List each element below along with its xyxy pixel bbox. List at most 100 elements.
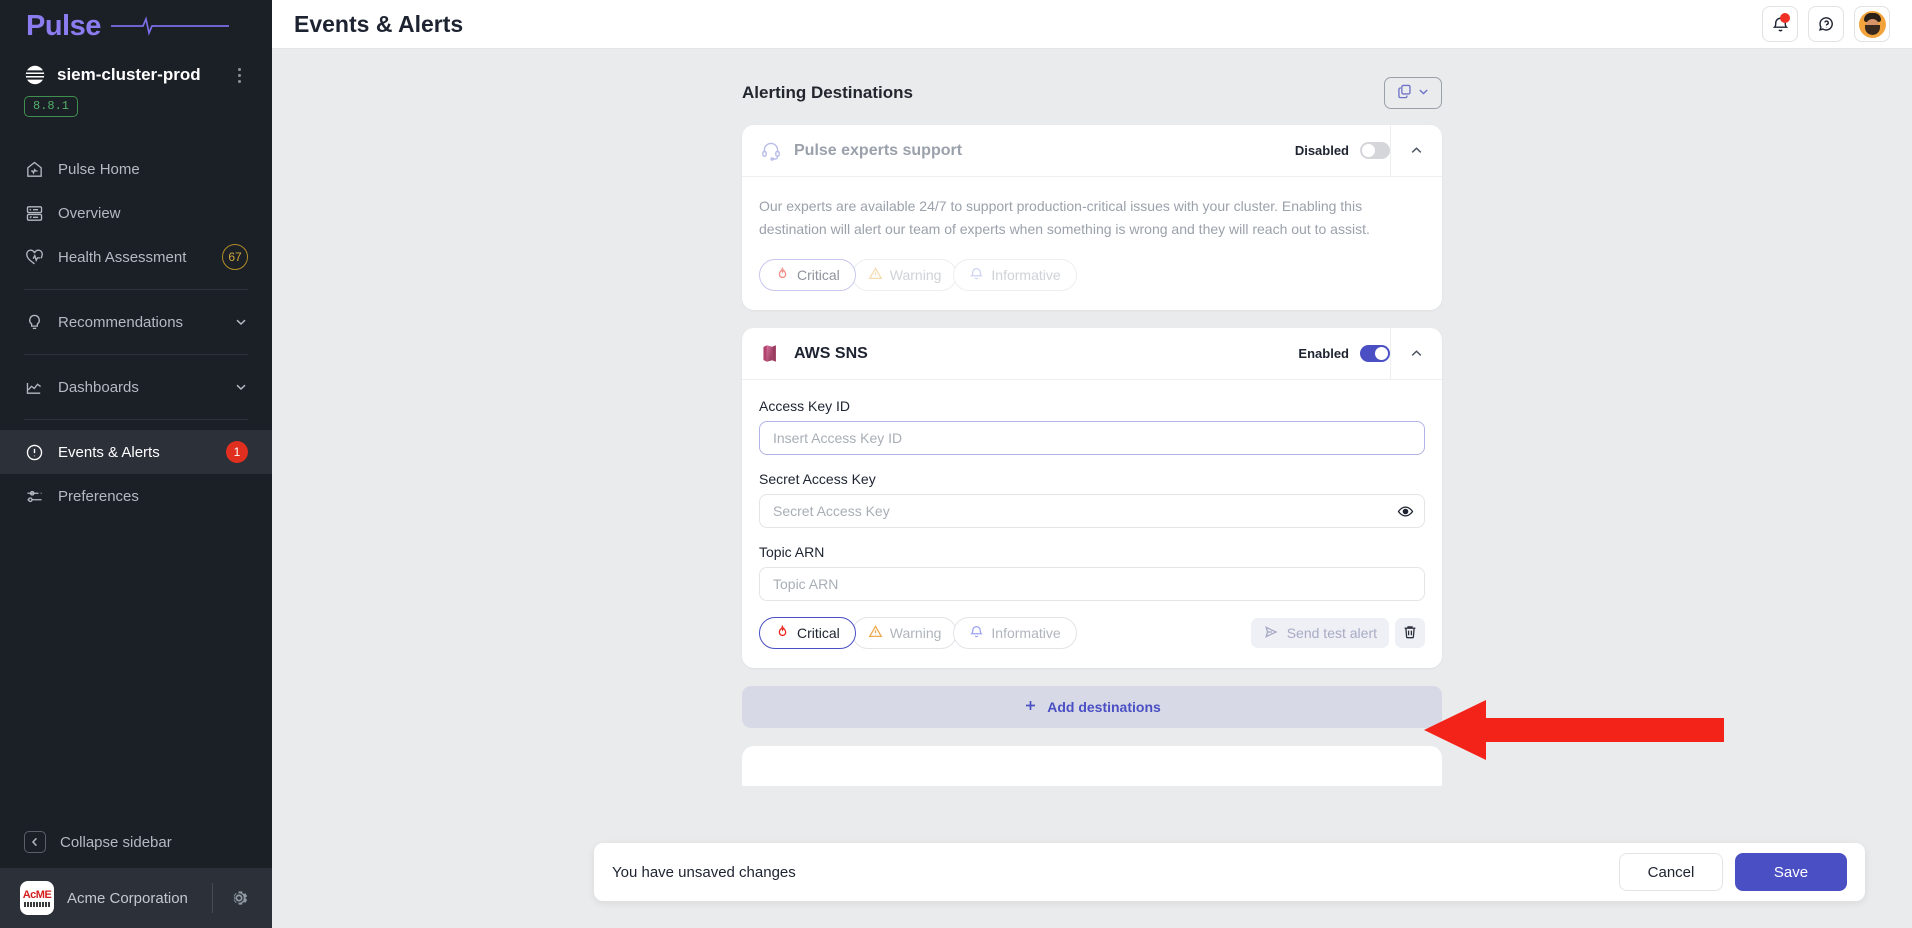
page-title: Events & Alerts bbox=[294, 11, 463, 38]
gear-icon[interactable] bbox=[226, 885, 252, 911]
chevron-down-icon bbox=[1417, 85, 1430, 101]
sidebar-item-overview[interactable]: Overview bbox=[0, 191, 272, 235]
sidebar-divider bbox=[24, 419, 248, 420]
sidebar-item-label: Dashboards bbox=[58, 379, 220, 396]
warning-triangle-icon bbox=[868, 624, 883, 642]
cluster-selector[interactable]: siem-cluster-prod bbox=[0, 52, 272, 86]
sidebar-item-label: Health Assessment bbox=[58, 249, 208, 266]
cluster-name: siem-cluster-prod bbox=[57, 65, 219, 85]
destination-enable-toggle[interactable] bbox=[1360, 142, 1390, 159]
main-area: Events & Alerts bbox=[272, 0, 1912, 928]
sidebar-item-preferences[interactable]: Preferences bbox=[0, 474, 272, 518]
sidebar-nav: Pulse Home Overview bbox=[0, 147, 272, 518]
sidebar-item-label: Preferences bbox=[58, 488, 248, 505]
help-button[interactable] bbox=[1808, 6, 1844, 42]
severity-chip-label: Informative bbox=[991, 267, 1060, 283]
org-logo-text: AcME bbox=[23, 890, 52, 901]
section-title: Alerting Destinations bbox=[742, 83, 913, 103]
collapse-sidebar-button[interactable]: Collapse sidebar bbox=[0, 816, 272, 868]
chevron-left-icon bbox=[24, 831, 46, 853]
eye-icon[interactable] bbox=[1396, 502, 1414, 520]
severity-chip-label: Informative bbox=[991, 625, 1060, 641]
unsaved-changes-message: You have unsaved changes bbox=[612, 864, 796, 881]
sidebar-item-dashboards[interactable]: Dashboards bbox=[0, 365, 272, 409]
org-name: Acme Corporation bbox=[67, 890, 199, 907]
org-logo-bars bbox=[24, 902, 50, 907]
sidebar-item-label: Overview bbox=[58, 205, 248, 222]
unsaved-changes-actions: Cancel Save bbox=[1619, 853, 1847, 891]
cancel-button[interactable]: Cancel bbox=[1619, 853, 1723, 891]
severity-chip-label: Warning bbox=[890, 625, 942, 641]
lightbulb-icon bbox=[24, 312, 44, 332]
destination-toggle-group: Disabled bbox=[1295, 142, 1390, 159]
avatar bbox=[1859, 11, 1886, 38]
sidebar-item-pulse-home[interactable]: Pulse Home bbox=[0, 147, 272, 191]
severity-chip-warning[interactable]: Warning bbox=[852, 617, 958, 649]
severity-chip-critical[interactable]: Critical bbox=[759, 259, 856, 291]
destination-card-pulse-experts-support: Pulse experts support Disabled Our exp bbox=[742, 125, 1442, 310]
sidebar-divider bbox=[24, 289, 248, 290]
flame-icon bbox=[775, 266, 790, 284]
sidebar-item-events-alerts[interactable]: Events & Alerts 1 bbox=[0, 430, 272, 474]
add-destinations-button[interactable]: Add destinations bbox=[742, 686, 1442, 728]
bell-icon bbox=[969, 624, 984, 642]
destination-collapse-button[interactable] bbox=[1390, 125, 1442, 177]
field-label: Topic ARN bbox=[759, 544, 1425, 560]
destination-card-header: Pulse experts support Disabled bbox=[742, 125, 1442, 177]
content-scroll-area: Alerting Destinations bbox=[272, 49, 1912, 928]
severity-chip-critical[interactable]: Critical bbox=[759, 617, 856, 649]
flame-icon bbox=[775, 624, 790, 642]
alert-count-badge: 1 bbox=[226, 441, 248, 463]
app-root: Pulse siem-cluster-prod 8.8.1 bbox=[0, 0, 1912, 928]
org-footer: AcME Acme Corporation bbox=[0, 868, 272, 928]
kebab-menu-icon[interactable] bbox=[230, 66, 248, 84]
alert-octagon-icon bbox=[24, 442, 44, 462]
content-column: Alerting Destinations bbox=[742, 75, 1442, 786]
severity-chip-informative[interactable]: Informative bbox=[953, 617, 1076, 649]
sidebar-spacer bbox=[0, 518, 272, 816]
field-access-key-id: Access Key ID bbox=[759, 398, 1425, 455]
sidebar: Pulse siem-cluster-prod 8.8.1 bbox=[0, 0, 272, 928]
destination-toggle-group: Enabled bbox=[1298, 345, 1390, 362]
sidebar-divider bbox=[24, 354, 248, 355]
server-overview-icon bbox=[24, 203, 44, 223]
copy-configuration-button[interactable] bbox=[1384, 77, 1442, 109]
chart-line-icon bbox=[24, 377, 44, 397]
send-test-alert-button[interactable]: Send test alert bbox=[1251, 618, 1389, 648]
sidebar-item-health-assessment[interactable]: Health Assessment 67 bbox=[0, 235, 272, 279]
top-bar-actions bbox=[1762, 6, 1890, 42]
destination-enable-toggle[interactable] bbox=[1360, 345, 1390, 362]
destination-collapse-button[interactable] bbox=[1390, 328, 1442, 380]
destination-card-header: AWS SNS Enabled bbox=[742, 328, 1442, 380]
access-key-id-input[interactable] bbox=[759, 421, 1425, 455]
user-avatar-button[interactable] bbox=[1854, 6, 1890, 42]
brand: Pulse bbox=[0, 0, 272, 52]
secret-access-key-input[interactable] bbox=[759, 494, 1425, 528]
health-score-badge: 67 bbox=[222, 244, 248, 270]
chevron-down-icon bbox=[234, 380, 248, 394]
next-section-card-partial bbox=[742, 746, 1442, 786]
sidebar-item-recommendations[interactable]: Recommendations bbox=[0, 300, 272, 344]
notifications-button[interactable] bbox=[1762, 6, 1798, 42]
delete-destination-button[interactable] bbox=[1395, 618, 1425, 648]
home-pulse-icon bbox=[24, 159, 44, 179]
pulse-waveform-icon bbox=[111, 16, 246, 36]
collapse-sidebar-label: Collapse sidebar bbox=[60, 834, 172, 851]
bell-icon bbox=[969, 266, 984, 284]
field-label: Access Key ID bbox=[759, 398, 1425, 414]
severity-chip-informative[interactable]: Informative bbox=[953, 259, 1076, 291]
severity-chip-warning[interactable]: Warning bbox=[852, 259, 958, 291]
section-header: Alerting Destinations bbox=[742, 75, 1442, 111]
trash-icon bbox=[1402, 624, 1418, 643]
aws-sns-icon bbox=[759, 342, 783, 366]
cluster-version-badge: 8.8.1 bbox=[24, 96, 78, 117]
destination-toggle-label: Enabled bbox=[1298, 346, 1349, 361]
destination-action-buttons: Send test alert bbox=[1251, 618, 1425, 648]
save-button[interactable]: Save bbox=[1735, 853, 1847, 891]
sidebar-item-label: Recommendations bbox=[58, 314, 220, 331]
severity-chip-label: Critical bbox=[797, 625, 840, 641]
sidebar-item-label: Pulse Home bbox=[58, 161, 248, 178]
destination-toggle-label: Disabled bbox=[1295, 143, 1349, 158]
chevron-down-icon bbox=[234, 315, 248, 329]
topic-arn-input[interactable] bbox=[759, 567, 1425, 601]
